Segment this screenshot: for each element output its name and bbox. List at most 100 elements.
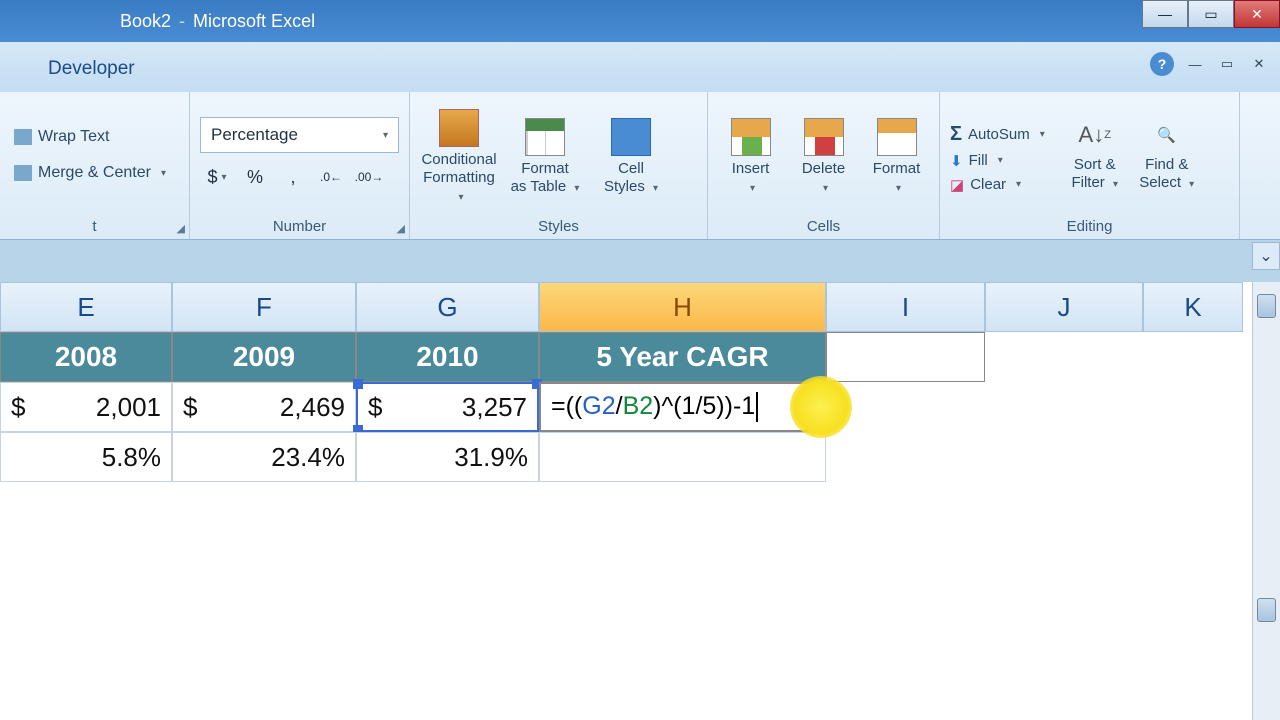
autosum-button[interactable]: Σ AutoSum ▾ [950,123,1045,146]
window-title: Book2 - Microsoft Excel [0,11,315,32]
cell-K3[interactable] [1143,432,1243,482]
group-editing: Σ AutoSum ▾ ⬇ Fill ▾ ◪ Clear ▾ A↓Z [940,92,1240,239]
delete-label: Delete [802,160,845,177]
sort-filter-icon: A↓Z [1077,118,1113,152]
cell-G3[interactable]: 31.9% [356,432,539,482]
eraser-icon: ◪ [950,176,964,194]
cell-G1[interactable]: 2010 [356,332,539,382]
ribbon-tabs: Developer ? — ▭ ✕ [0,42,1280,92]
cell-styles-icon [611,118,651,156]
worksheet[interactable]: E F G H I J K 2008 2009 2010 5 Year CAGR… [0,282,1252,720]
scrollbar-thumb[interactable] [1257,294,1276,318]
cell-F1[interactable]: 2009 [172,332,356,382]
conditional-formatting-button[interactable]: ConditionalFormatting ▾ [420,105,498,205]
insert-label: Insert [732,160,770,177]
chevron-down-icon: ▾ [823,183,828,194]
cell-H1[interactable]: 5 Year CAGR [539,332,826,382]
wrap-text-button[interactable]: Wrap Text [10,122,170,152]
cs-l1: Cell [618,160,644,177]
maximize-button[interactable]: ▭ [1188,0,1234,28]
cell-G2[interactable]: $ 3,257 [356,382,539,432]
col-header-F[interactable]: F [172,282,356,332]
cf-l2: Formatting [423,169,495,186]
cell-J2[interactable] [985,382,1143,432]
currency-symbol: $ [11,392,25,423]
col-header-J[interactable]: J [985,282,1143,332]
inner-restore-button[interactable]: ▭ [1216,53,1238,75]
cell-I1[interactable] [826,332,985,382]
close-button[interactable]: ✕ [1234,0,1280,28]
wrap-text-label: Wrap Text [38,128,109,146]
group-alignment: Wrap Text Merge & Center ▾ t ◢ [0,92,190,239]
minimize-button[interactable]: — [1142,0,1188,28]
col-header-G[interactable]: G [356,282,539,332]
row-2: $ 2,001 $ 2,469 $ 3,257 =((G2/B2)^(1/5))… [0,382,1252,432]
chevron-down-icon: ▾ [383,130,388,141]
cf-l1: Conditional [421,151,496,168]
find-select-button[interactable]: 🔍 Find &Select ▾ [1133,118,1201,192]
decrease-decimal-button[interactable]: .00→ [352,161,386,193]
cell-J3[interactable] [985,432,1143,482]
cell-F2[interactable]: $ 2,469 [172,382,356,432]
chevron-down-icon: ▾ [896,183,901,194]
delete-icon [804,118,844,156]
col-header-K[interactable]: K [1143,282,1243,332]
tab-developer[interactable]: Developer [20,50,163,92]
comma-format-button[interactable]: , [276,161,310,193]
cell-E1[interactable]: 2008 [0,332,172,382]
cell-F3[interactable]: 23.4% [172,432,356,482]
insert-cells-button[interactable]: Insert▾ [718,114,783,196]
help-icon[interactable]: ? [1150,52,1174,76]
accounting-format-button[interactable]: $ ▾ [200,161,234,193]
title-bar: Book2 - Microsoft Excel — ▭ ✕ [0,0,1280,42]
cell-I3[interactable] [826,432,985,482]
decrease-decimal-icon: .00→ [355,166,383,188]
inner-minimize-button[interactable]: — [1184,53,1206,75]
formula-close: ) [725,392,733,420]
cell-value: 2,469 [280,392,345,423]
dialog-launcher-icon[interactable]: ◢ [397,222,405,235]
dialog-launcher-icon[interactable]: ◢ [177,222,185,235]
cell-K2[interactable] [1143,382,1243,432]
fill-label: Fill [969,152,988,169]
fill-button[interactable]: ⬇ Fill ▾ [950,152,1045,170]
autosum-label: AutoSum [968,126,1030,143]
cell-E2[interactable]: $ 2,001 [0,382,172,432]
scrollbar-thumb-lower[interactable] [1257,598,1276,622]
percent-format-button[interactable]: % [238,161,272,193]
formula-mid: )^(1/5) [653,392,724,420]
cell-K1[interactable] [1143,332,1243,382]
col-header-H[interactable]: H [539,282,826,332]
clear-button[interactable]: ◪ Clear ▾ [950,176,1045,194]
col-header-E[interactable]: E [0,282,172,332]
cell-H3[interactable] [539,432,826,482]
col-header-I[interactable]: I [826,282,985,332]
window-controls: — ▭ ✕ [1142,0,1280,28]
clear-label: Clear [970,176,1006,193]
chevron-down-icon: ▾ [161,168,166,179]
cell-value: 2,001 [96,392,161,423]
formula-tail: -1 [733,392,755,420]
delete-cells-button[interactable]: Delete ▾ [791,114,856,196]
cell-styles-button[interactable]: CellStyles ▾ [592,114,670,196]
increase-decimal-button[interactable]: .0← [314,161,348,193]
sort-filter-button[interactable]: A↓Z Sort &Filter ▾ [1061,118,1129,192]
vertical-scrollbar[interactable] [1252,282,1280,720]
group-cells: Insert▾ Delete▾ Format▾ Cells [708,92,940,239]
format-as-table-icon [525,118,565,156]
cell-E3[interactable]: 5.8% [0,432,172,482]
inner-close-button[interactable]: ✕ [1248,53,1270,75]
merge-center-button[interactable]: Merge & Center ▾ [10,158,170,188]
sigma-icon: Σ [950,123,962,146]
format-as-table-button[interactable]: Formatas Table ▾ [506,114,584,196]
number-format-select[interactable]: Percentage ▾ [200,117,399,153]
format-cells-button[interactable]: Format▾ [864,114,929,196]
insert-icon [731,118,771,156]
ribbon-collapse-button[interactable]: ⌄ [1252,242,1280,270]
cell-I2[interactable] [826,382,985,432]
tabstrip-right: ? — ▭ ✕ [1150,52,1270,76]
cell-J1[interactable] [985,332,1143,382]
cell-H2-editing[interactable]: =((G2/B2)^(1/5))-1 [539,382,826,432]
chevron-down-icon: ▾ [458,192,463,203]
formula-text: =((G2/B2)^(1/5))-1 [551,392,758,422]
